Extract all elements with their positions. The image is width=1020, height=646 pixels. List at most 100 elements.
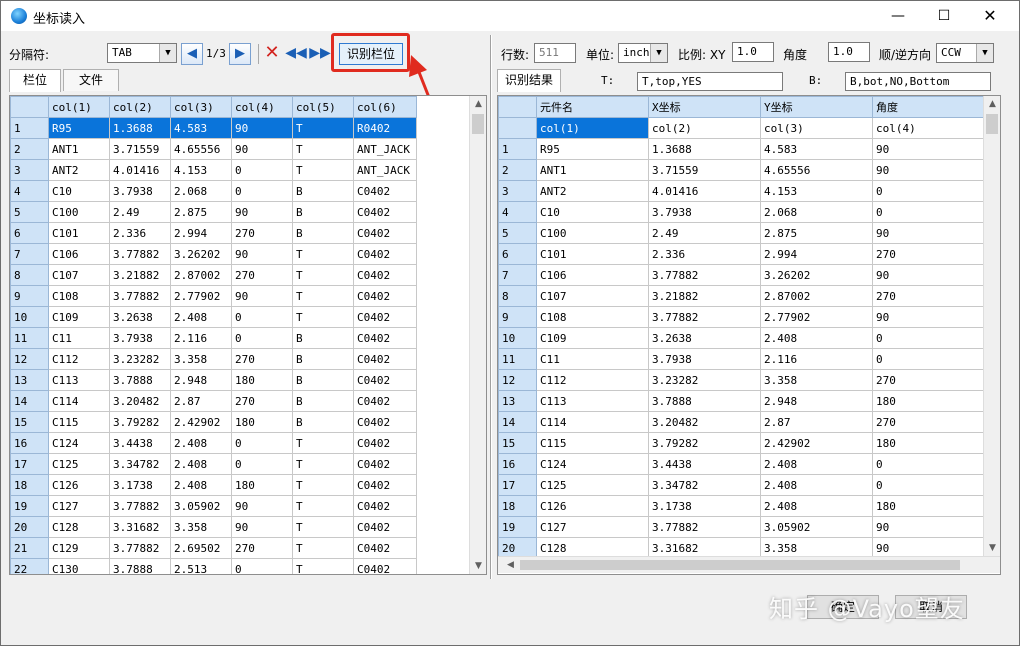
table-cell[interactable]: T <box>292 537 354 559</box>
table-row[interactable]: 13 C113 3.7888 2.948 180 <box>498 390 988 412</box>
table-row[interactable]: 6 C101 2.336 2.994 270 <box>498 243 988 265</box>
table-row[interactable]: 9 C108 3.77882 2.77902 90 T C0402 <box>10 285 417 307</box>
row-number[interactable]: 12 <box>498 369 537 391</box>
table-cell[interactable]: C109 <box>48 306 110 328</box>
table-row[interactable]: 1 R95 1.3688 4.583 90 <box>498 138 988 160</box>
column-mapping-row[interactable]: col(1) col(2) col(3) col(4) <box>498 117 988 139</box>
row-number[interactable]: 16 <box>498 453 537 475</box>
next-page-button[interactable]: ▶ <box>229 43 251 65</box>
table-cell[interactable]: 270 <box>872 411 988 433</box>
table-cell[interactable]: 270 <box>231 390 293 412</box>
table-cell[interactable]: 3.77882 <box>109 243 171 265</box>
table-cell[interactable]: C11 <box>536 348 649 370</box>
row-number[interactable] <box>498 117 537 139</box>
table-cell[interactable]: C128 <box>48 516 110 538</box>
table-cell[interactable]: C100 <box>536 222 649 244</box>
table-row[interactable]: 15 C115 3.79282 2.42902 180 B C0402 <box>10 411 417 433</box>
table-cell[interactable]: C114 <box>48 390 110 412</box>
table-cell[interactable]: 270 <box>231 264 293 286</box>
table-row[interactable]: 15 C115 3.79282 2.42902 180 <box>498 432 988 454</box>
table-cell[interactable]: 2.408 <box>760 474 873 496</box>
table-cell[interactable]: C0402 <box>353 516 417 538</box>
row-number[interactable]: 20 <box>10 516 49 538</box>
table-cell[interactable]: 3.26202 <box>760 264 873 286</box>
table-cell[interactable]: 270 <box>231 348 293 370</box>
table-cell[interactable]: C112 <box>536 369 649 391</box>
table-row[interactable]: 7 C106 3.77882 3.26202 90 <box>498 264 988 286</box>
table-row[interactable]: 18 C126 3.1738 2.408 180 <box>498 495 988 517</box>
table-cell[interactable]: 180 <box>872 390 988 412</box>
row-number[interactable]: 22 <box>10 558 49 574</box>
table-cell[interactable]: C127 <box>48 495 110 517</box>
table-cell[interactable]: C0402 <box>353 390 417 412</box>
table-cell[interactable]: C125 <box>536 474 649 496</box>
table-cell[interactable]: 3.05902 <box>760 516 873 538</box>
table-cell[interactable]: T <box>292 432 354 454</box>
table-row[interactable]: 2 ANT1 3.71559 4.65556 90 T ANT_JACK <box>10 138 417 160</box>
mapping-cell[interactable]: col(1) <box>536 117 649 139</box>
table-cell[interactable]: 2.408 <box>760 327 873 349</box>
table-cell[interactable]: 3.7888 <box>109 558 171 574</box>
table-cell[interactable]: ANT2 <box>536 180 649 202</box>
table-cell[interactable]: 2.948 <box>170 369 232 391</box>
table-row[interactable]: 13 C113 3.7888 2.948 180 B C0402 <box>10 369 417 391</box>
table-cell[interactable]: C100 <box>48 201 110 223</box>
table-cell[interactable]: 0 <box>231 180 293 202</box>
table-cell[interactable]: C101 <box>48 222 110 244</box>
table-row[interactable]: 18 C126 3.1738 2.408 180 T C0402 <box>10 474 417 496</box>
table-cell[interactable]: 3.21882 <box>648 285 761 307</box>
row-number[interactable]: 10 <box>10 306 49 328</box>
table-cell[interactable]: 3.1738 <box>109 474 171 496</box>
table-cell[interactable]: 3.71559 <box>109 138 171 160</box>
table-cell[interactable]: 4.01416 <box>109 159 171 181</box>
table-cell[interactable]: 3.2638 <box>109 306 171 328</box>
table-row[interactable]: 10 C109 3.2638 2.408 0 <box>498 327 988 349</box>
close-window-button[interactable]: ✕ <box>967 1 1013 31</box>
table-row[interactable]: 8 C107 3.21882 2.87002 270 <box>498 285 988 307</box>
table-cell[interactable]: 180 <box>872 495 988 517</box>
tab-recognition-result[interactable]: 识别结果 <box>497 69 561 92</box>
table-cell[interactable]: 2.336 <box>648 243 761 265</box>
table-row[interactable]: 16 C124 3.4438 2.408 0 T C0402 <box>10 432 417 454</box>
table-row[interactable]: 9 C108 3.77882 2.77902 90 <box>498 306 988 328</box>
table-cell[interactable]: C0402 <box>353 327 417 349</box>
table-cell[interactable]: 4.583 <box>170 117 232 139</box>
table-cell[interactable]: 1.3688 <box>109 117 171 139</box>
table-cell[interactable]: C0402 <box>353 285 417 307</box>
table-cell[interactable]: 4.583 <box>760 138 873 160</box>
rewind-button[interactable]: ◀◀ <box>285 43 307 65</box>
table-cell[interactable]: C0402 <box>353 411 417 433</box>
table-cell[interactable]: T <box>292 243 354 265</box>
table-cell[interactable]: C0402 <box>353 453 417 475</box>
table-cell[interactable]: C108 <box>48 285 110 307</box>
table-cell[interactable]: T <box>292 516 354 538</box>
table-cell[interactable]: 270 <box>872 285 988 307</box>
row-number[interactable]: 11 <box>10 327 49 349</box>
table-cell[interactable]: C0402 <box>353 180 417 202</box>
table-cell[interactable]: 90 <box>872 516 988 538</box>
table-cell[interactable]: R95 <box>536 138 649 160</box>
table-cell[interactable]: 3.358 <box>170 516 232 538</box>
table-cell[interactable]: C107 <box>536 285 649 307</box>
table-cell[interactable]: 180 <box>231 411 293 433</box>
table-cell[interactable]: 3.358 <box>760 369 873 391</box>
column-header[interactable]: col(3) <box>170 96 232 118</box>
prev-page-button[interactable]: ◀ <box>181 43 203 65</box>
row-number[interactable]: 5 <box>10 201 49 223</box>
table-cell[interactable]: 2.408 <box>170 306 232 328</box>
table-cell[interactable]: C125 <box>48 453 110 475</box>
table-cell[interactable]: C0402 <box>353 264 417 286</box>
table-cell[interactable]: C124 <box>536 453 649 475</box>
mapping-cell[interactable]: col(3) <box>760 117 873 139</box>
table-row[interactable]: 14 C114 3.20482 2.87 270 <box>498 411 988 433</box>
table-cell[interactable]: 2.994 <box>170 222 232 244</box>
left-vertical-scrollbar[interactable]: ▲ ▼ <box>469 96 486 574</box>
table-cell[interactable]: 90 <box>231 285 293 307</box>
table-row[interactable]: 2 ANT1 3.71559 4.65556 90 <box>498 159 988 181</box>
table-cell[interactable]: 0 <box>872 453 988 475</box>
table-cell[interactable]: 2.068 <box>170 180 232 202</box>
table-row[interactable]: 4 C10 3.7938 2.068 0 <box>498 201 988 223</box>
table-cell[interactable]: ANT1 <box>48 138 110 160</box>
table-cell[interactable]: 90 <box>231 495 293 517</box>
table-cell[interactable]: ANT_JACK <box>353 159 417 181</box>
